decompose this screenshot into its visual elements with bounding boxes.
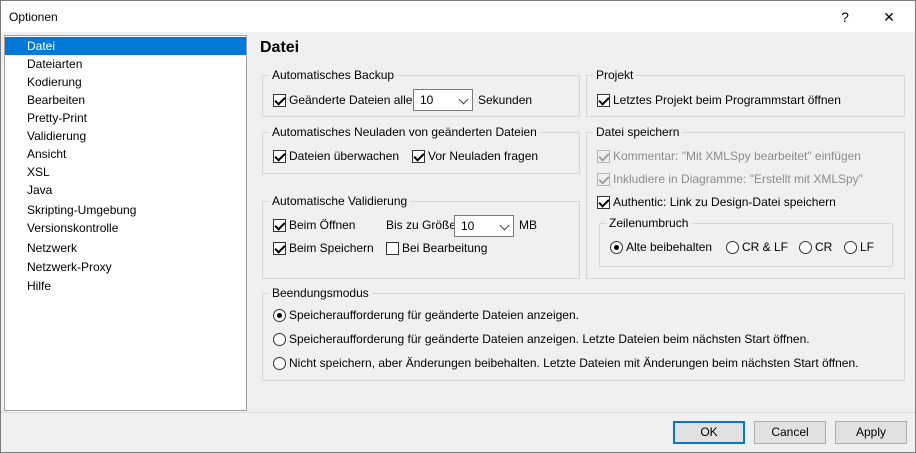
radio-icon[interactable] xyxy=(273,332,286,346)
group-label: Automatische Validierung xyxy=(269,194,411,208)
max-size-label: Bis zu Größe xyxy=(386,217,456,233)
close-icon[interactable]: ✕ xyxy=(874,5,904,29)
exit-mode-radio-3[interactable]: Nicht speichern, aber Änderungen beibeha… xyxy=(273,355,858,371)
group-label: Datei speichern xyxy=(593,125,683,139)
include-diagram-checkbox[interactable]: Inkludiere in Diagramme: "Erstellt mit X… xyxy=(597,171,863,187)
sidebar-item-versionskontrolle[interactable]: Versionskontrolle xyxy=(5,219,246,237)
line-break-keep-radio[interactable]: Alte beibehalten xyxy=(610,239,712,255)
page-title: Datei xyxy=(260,39,300,56)
checkbox-icon[interactable] xyxy=(597,195,610,209)
sidebar-item-dateiarten[interactable]: Dateiarten xyxy=(5,55,246,73)
checkbox-icon[interactable] xyxy=(273,218,286,232)
backup-checkbox[interactable]: Geänderte Dateien alle xyxy=(273,92,412,108)
cancel-button[interactable]: Cancel xyxy=(754,421,826,444)
radio-icon[interactable] xyxy=(610,240,623,254)
radio-label: Alte beibehalten xyxy=(626,240,713,254)
chevron-down-icon xyxy=(458,94,469,105)
checkbox-label: Inkludiere in Diagramme: "Erstellt mit X… xyxy=(613,172,863,186)
sidebar-item-datei[interactable]: Datei xyxy=(5,37,246,55)
group-label: Automatisches Backup xyxy=(269,68,398,82)
validate-on-edit-checkbox[interactable]: Bei Bearbeitung xyxy=(386,240,487,256)
radio-label: Nicht speichern, aber Änderungen beibeha… xyxy=(289,356,859,370)
checkbox-label: Geänderte Dateien alle xyxy=(289,93,413,107)
ok-button[interactable]: OK xyxy=(673,421,745,444)
group-label: Projekt xyxy=(593,68,637,82)
seconds-label: Sekunden xyxy=(478,92,532,108)
validate-on-save-checkbox[interactable]: Beim Speichern xyxy=(273,240,374,256)
checkbox-icon[interactable] xyxy=(597,93,610,107)
open-last-project-checkbox[interactable]: Letztes Projekt beim Programmstart öffne… xyxy=(597,92,841,108)
apply-button[interactable]: Apply xyxy=(835,421,907,444)
radio-label: LF xyxy=(860,240,875,254)
group-label: Beendungsmodus xyxy=(269,286,372,300)
checkbox-label: Kommentar: "Mit XMLSpy bearbeitet" einfü… xyxy=(613,149,861,163)
checkbox-icon[interactable] xyxy=(273,149,286,163)
sidebar-item-netzwerk-proxy[interactable]: Netzwerk-Proxy xyxy=(5,258,246,276)
sidebar-item-skripting[interactable]: Skripting-Umgebung xyxy=(5,201,246,219)
chevron-down-icon xyxy=(499,220,510,231)
line-break-crlf-radio[interactable]: CR & LF xyxy=(726,239,788,255)
group-label: Zeilenumbruch xyxy=(606,216,692,230)
sidebar-item-pretty-print[interactable]: Pretty-Print xyxy=(5,109,246,127)
watch-files-checkbox[interactable]: Dateien überwachen xyxy=(273,148,399,164)
help-button[interactable]: ? xyxy=(830,5,860,29)
validate-on-open-checkbox[interactable]: Beim Öffnen xyxy=(273,217,355,233)
group-label: Automatisches Neuladen von geänderten Da… xyxy=(269,125,540,139)
sidebar-item-netzwerk[interactable]: Netzwerk xyxy=(5,239,246,257)
max-size-select[interactable]: 10 xyxy=(454,215,514,237)
checkbox-icon[interactable] xyxy=(273,241,286,255)
checkbox-label: Beim Speichern xyxy=(289,241,374,255)
radio-icon[interactable] xyxy=(844,240,857,254)
checkbox-label: Bei Bearbeitung xyxy=(402,241,488,255)
insert-comment-checkbox[interactable]: Kommentar: "Mit XMLSpy bearbeitet" einfü… xyxy=(597,148,861,164)
unit-label: Sekunden xyxy=(478,93,533,107)
radio-icon[interactable] xyxy=(273,356,286,370)
sidebar-item-bearbeiten[interactable]: Bearbeiten xyxy=(5,91,246,109)
sidebar-item-ansicht[interactable]: Ansicht xyxy=(5,145,246,163)
sidebar-item-hilfe[interactable]: Hilfe xyxy=(5,277,246,295)
checkbox-label: Dateien überwachen xyxy=(289,149,400,163)
window-title: Optionen xyxy=(9,10,58,24)
mb-label: MB xyxy=(519,217,537,233)
sidebar-item-kodierung[interactable]: Kodierung xyxy=(5,73,246,91)
radio-icon[interactable] xyxy=(799,240,812,254)
radio-icon[interactable] xyxy=(273,308,286,322)
exit-mode-radio-2[interactable]: Speicheraufforderung für geänderte Datei… xyxy=(273,331,810,347)
select-value: 10 xyxy=(420,93,434,107)
sidebar-item-java[interactable]: Java xyxy=(5,181,246,199)
radio-icon[interactable] xyxy=(726,240,739,254)
options-dialog: Optionen ? ✕ Datei Dateiarten Kodierung … xyxy=(0,0,916,453)
checkbox-label: Beim Öffnen xyxy=(289,218,356,232)
ask-reload-checkbox[interactable]: Vor Neuladen fragen xyxy=(412,148,538,164)
checkbox-icon[interactable] xyxy=(386,241,399,255)
checkbox-label: Letztes Projekt beim Programmstart öffne… xyxy=(613,93,841,107)
line-break-cr-radio[interactable]: CR xyxy=(799,239,832,255)
line-break-lf-radio[interactable]: LF xyxy=(844,239,874,255)
radio-label: CR xyxy=(815,240,833,254)
checkbox-label: Authentic: Link zu Design-Datei speicher… xyxy=(613,195,836,209)
authentic-link-checkbox[interactable]: Authentic: Link zu Design-Datei speicher… xyxy=(597,194,836,210)
select-value: 10 xyxy=(461,219,475,233)
unit-label: MB xyxy=(519,218,537,232)
title-bar: Optionen ? ✕ xyxy=(1,1,915,32)
divider xyxy=(1,412,915,413)
radio-label: CR & LF xyxy=(742,240,789,254)
category-list: Datei Dateiarten Kodierung Bearbeiten Pr… xyxy=(4,35,247,411)
backup-interval-select[interactable]: 10 xyxy=(413,89,473,111)
sidebar-item-xsl[interactable]: XSL xyxy=(5,163,246,181)
checkbox-icon[interactable] xyxy=(597,172,610,186)
checkbox-icon[interactable] xyxy=(597,149,610,163)
checkbox-icon[interactable] xyxy=(412,149,425,163)
sidebar-item-validierung[interactable]: Validierung xyxy=(5,127,246,145)
exit-mode-radio-1[interactable]: Speicheraufforderung für geänderte Datei… xyxy=(273,307,579,323)
checkbox-icon[interactable] xyxy=(273,93,286,107)
radio-label: Speicheraufforderung für geänderte Datei… xyxy=(289,308,579,322)
radio-label: Speicheraufforderung für geänderte Datei… xyxy=(289,332,810,346)
checkbox-label: Vor Neuladen fragen xyxy=(428,149,539,163)
field-label: Bis zu Größe xyxy=(386,218,457,232)
